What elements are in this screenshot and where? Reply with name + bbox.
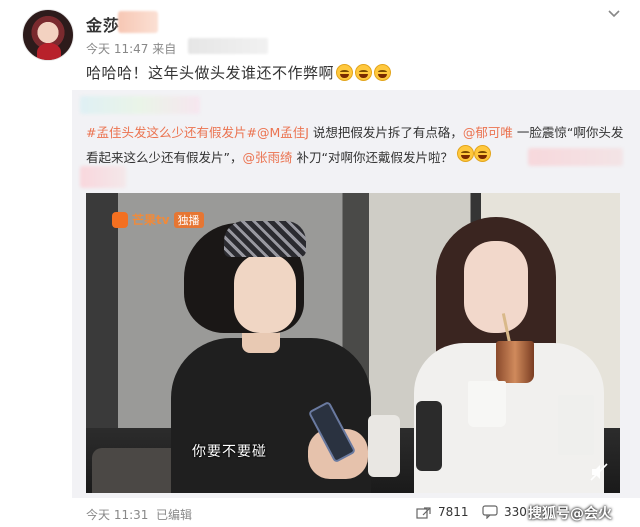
- mango-logo-icon: [112, 211, 128, 228]
- logo-text: 芒果tv: [132, 213, 170, 227]
- blurred-text: [80, 166, 126, 188]
- laugh-emoji-icon: [374, 64, 392, 81]
- mention-link-zhangyuqi[interactable]: @张雨绮: [242, 150, 292, 165]
- video-player[interactable]: 芒果tv 独播 你要不要碰: [86, 193, 620, 493]
- mention-link-yukewei[interactable]: @郁可唯: [463, 125, 513, 140]
- repost-time[interactable]: 今天 11:31: [86, 508, 148, 522]
- sohu-watermark: 搜狐号@会火: [528, 503, 612, 523]
- repost-text-1: 说想把假发片拆了有点硌，: [308, 125, 463, 140]
- source-prefix: 来自: [152, 42, 177, 56]
- video-copper-mug: [496, 341, 534, 383]
- share-icon: [416, 507, 431, 519]
- share-count: 7811: [438, 505, 469, 519]
- share-button[interactable]: 7811: [416, 505, 469, 519]
- weibo-post: 金莎 今天 11:47 来自 哈哈哈！这年头做头发谁还不作弊啊 #孟佳头发这么少…: [0, 0, 640, 527]
- repost-text-3: 补刀“对啊你还戴假发片啦？: [292, 150, 453, 165]
- video-person-left-face: [234, 253, 296, 333]
- mention-link-mengjia[interactable]: @M孟佳J: [257, 125, 309, 140]
- blurred-badge: [118, 11, 158, 33]
- repost-meta: 今天 11:31 已编辑: [86, 506, 192, 523]
- laugh-emoji-icon: [456, 145, 474, 162]
- mute-icon[interactable]: [590, 463, 608, 481]
- comment-button[interactable]: 330: [482, 505, 527, 519]
- comment-count: 330: [504, 505, 527, 519]
- logo-badge: 独播: [173, 211, 204, 228]
- post-meta: 今天 11:47 来自: [86, 40, 176, 57]
- post-time[interactable]: 今天 11:47: [86, 42, 148, 56]
- video-caption: 你要不要碰: [192, 444, 267, 460]
- hashtag-link[interactable]: #孟佳头发这么少还有假发片#: [86, 125, 257, 140]
- video-cup: [468, 381, 506, 427]
- avatar[interactable]: [22, 9, 74, 61]
- video-cup: [558, 395, 594, 455]
- watermark-text: 搜狐号@会火: [528, 506, 612, 522]
- mango-tv-logo: 芒果tv 独播: [112, 211, 204, 228]
- chevron-down-icon[interactable]: [606, 6, 622, 22]
- video-scene-chair: [92, 448, 182, 493]
- video-bottle: [368, 415, 400, 477]
- video-person-right-face: [464, 241, 528, 333]
- blurred-repost-author: [80, 96, 200, 114]
- video-bandana: [224, 221, 306, 257]
- laugh-emoji-icon: [336, 64, 354, 81]
- blurred-source: [188, 38, 268, 54]
- comment-icon: [482, 505, 498, 519]
- video-bottle: [416, 401, 442, 471]
- laugh-emoji-icon: [355, 64, 373, 81]
- laugh-emoji-icon: [473, 145, 491, 162]
- username[interactable]: 金莎: [86, 12, 120, 36]
- blurred-text: [528, 148, 623, 166]
- edited-label: 已编辑: [156, 508, 193, 522]
- post-text: 哈哈哈！这年头做头发谁还不作弊啊: [86, 62, 392, 83]
- post-text-content: 哈哈哈！这年头做头发谁还不作弊啊: [86, 64, 335, 82]
